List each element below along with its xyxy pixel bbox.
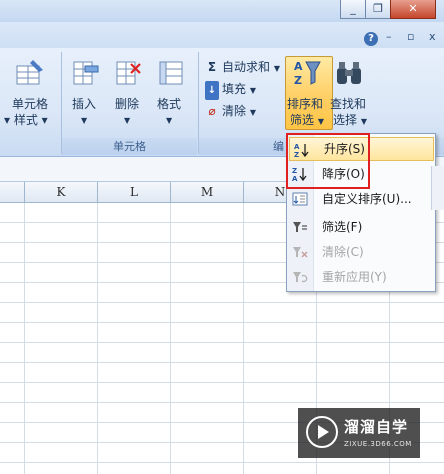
cell-styles-label2[interactable]: ▾ 样式 ▾ — [4, 112, 48, 128]
binoculars-icon — [334, 58, 364, 91]
insert-dropdown-arrow[interactable]: ▼ — [81, 116, 87, 125]
autosum-label: 自动求和 — [222, 60, 271, 74]
find-select-label2[interactable]: 选择 ▼ — [333, 112, 367, 130]
column-header-m[interactable]: M — [171, 182, 244, 203]
menu-item-clear[interactable]: 清除(C) — [288, 240, 434, 264]
column-header-k[interactable]: K — [25, 182, 98, 203]
menu-item-filter[interactable]: 筛选(F) — [288, 215, 434, 239]
cells-group-label: 单元格 — [62, 138, 197, 155]
menu-item-label: 自定义排序(U)... — [322, 192, 412, 206]
insert-icon — [70, 58, 100, 91]
sort-filter-icon: AZ — [292, 58, 322, 91]
highlight-box — [286, 133, 370, 189]
restore-button[interactable]: ❐ — [365, 0, 391, 19]
eraser-icon: ⌀ — [208, 104, 216, 118]
watermark-title: 溜溜自学 — [344, 418, 409, 436]
delete-icon — [113, 58, 143, 91]
menu-scrollbar[interactable] — [431, 166, 444, 210]
help-icon[interactable]: ? — [364, 32, 378, 46]
sigma-icon: Σ — [207, 60, 217, 74]
workbook-restore-button[interactable]: ▫ — [407, 30, 414, 43]
sort-filter-label1: 排序和 — [287, 97, 324, 111]
cell-styles-icon — [15, 58, 45, 91]
cell-styles-text: 样式 — [13, 113, 38, 127]
watermark: 溜溜自学 ZIXUE.3D66.COM — [298, 408, 420, 458]
autosum-button[interactable]: Σ 自动求和 ▼ — [205, 58, 280, 77]
menu-item-label: 清除(C) — [322, 245, 364, 259]
find-select-text: 选择 — [333, 113, 358, 127]
menu-item-custom-sort[interactable]: 自定义排序(U)... — [288, 187, 434, 211]
find-select-label1[interactable]: 查找和 — [330, 96, 366, 112]
format-icon — [156, 58, 186, 91]
insert-button[interactable]: 插入 — [72, 96, 96, 112]
cell-styles-label1[interactable]: 单元格 — [12, 96, 48, 112]
column-header-l[interactable]: L — [98, 182, 171, 203]
fill-label: 填充 — [222, 82, 247, 96]
watermark-subtitle: ZIXUE.3D66.COM — [344, 440, 412, 448]
close-button[interactable]: ✕ — [390, 0, 436, 19]
format-button[interactable]: 格式 — [157, 96, 181, 112]
clear-filter-icon — [292, 244, 308, 260]
workbook-minimize-button[interactable]: – — [386, 30, 392, 43]
clear-label: 清除 — [222, 104, 247, 118]
minimize-button[interactable]: _ — [340, 0, 366, 19]
sort-filter-label2: 筛选 ▼ — [290, 113, 324, 127]
svg-text:A: A — [294, 60, 303, 73]
workbook-close-button[interactable]: x — [429, 30, 436, 43]
editing-group-text: 编 — [273, 140, 284, 153]
filter-icon — [292, 219, 308, 235]
custom-sort-icon — [292, 191, 308, 207]
play-logo-icon — [306, 416, 338, 448]
reapply-icon — [292, 269, 308, 285]
menu-item-reapply[interactable]: 重新应用(Y) — [288, 265, 434, 289]
column-header-partial[interactable] — [0, 182, 25, 203]
fill-button[interactable]: ↓ 填充 ▼ — [205, 80, 256, 100]
fill-down-icon: ↓ — [205, 81, 219, 100]
clear-button[interactable]: ⌀ 清除 ▼ — [205, 102, 256, 121]
menu-item-label: 筛选(F) — [322, 220, 363, 234]
menu-item-label: 重新应用(Y) — [322, 270, 387, 284]
delete-dropdown-arrow[interactable]: ▼ — [124, 116, 130, 125]
sort-filter-text: 筛选 — [290, 113, 315, 127]
delete-button[interactable]: 删除 — [115, 96, 139, 112]
format-dropdown-arrow[interactable]: ▼ — [166, 116, 172, 125]
svg-text:Z: Z — [294, 74, 302, 87]
